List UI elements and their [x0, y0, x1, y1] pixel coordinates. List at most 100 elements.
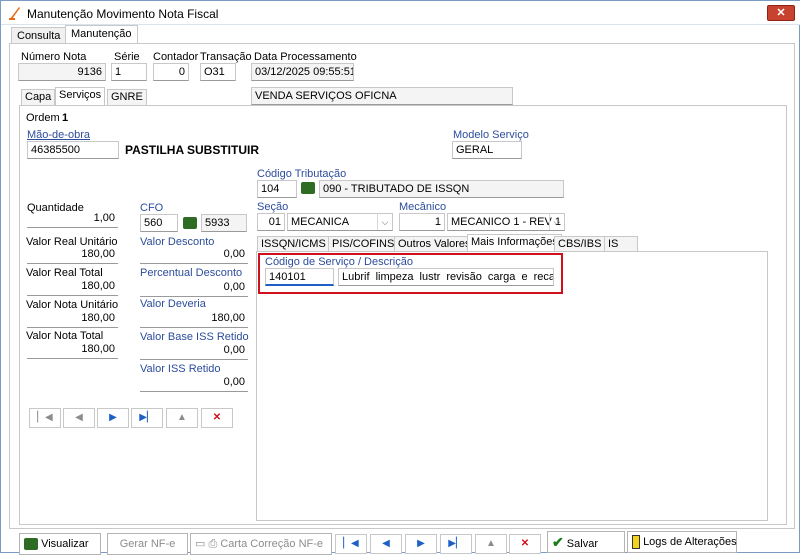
- tab-capa[interactable]: Capa: [21, 89, 56, 105]
- bottom-first-button[interactable]: ▏◀: [335, 534, 367, 554]
- mao-de-obra-label[interactable]: Mão-de-obra: [27, 129, 90, 141]
- codigo-servico-field[interactable]: 140101: [265, 268, 334, 286]
- bottom-last-button[interactable]: ▶▏: [440, 534, 472, 554]
- tab-outros-valores[interactable]: Outros Valores: [394, 236, 475, 252]
- logs-alteracoes-button[interactable]: Logs de Alterações: [627, 531, 737, 553]
- bottom-prev-button[interactable]: ◀: [370, 534, 402, 554]
- valor-base-iss-retido-field[interactable]: 0,00: [140, 342, 248, 360]
- valor-nota-total-field[interactable]: 180,00: [27, 341, 118, 359]
- codigo-servico-descricao[interactable]: Lubrif limpeza lustr revisão carga e rec…: [338, 268, 554, 286]
- document-icon: ▭ ⎙: [195, 538, 218, 550]
- close-button[interactable]: ✕: [767, 5, 795, 21]
- tab-servicos[interactable]: Serviços: [55, 87, 106, 105]
- data-processamento-field[interactable]: 03/12/2025 09:55:51: [251, 63, 354, 81]
- valor-nota-unitario-field[interactable]: 180,00: [27, 310, 118, 328]
- tab-cbs-ibs[interactable]: CBS/IBS: [554, 236, 606, 252]
- mecanico-code-field[interactable]: 1: [399, 213, 445, 231]
- delete-icon: ✕: [212, 412, 222, 423]
- next-record-button[interactable]: ▶: [97, 408, 129, 428]
- contador-label: Contador: [153, 51, 199, 63]
- cfo-label: CFO: [140, 202, 164, 214]
- bottom-up-button[interactable]: ▲: [475, 534, 507, 554]
- prev-record-button[interactable]: ◀: [63, 408, 95, 428]
- tab-issqn-icms[interactable]: ISSQN/ICMS: [257, 236, 330, 252]
- visualizar-label: Visualizar: [41, 538, 89, 550]
- visualizar-button[interactable]: Visualizar: [19, 533, 101, 555]
- last-record-button[interactable]: ▶▏: [131, 408, 163, 428]
- valor-real-total-field[interactable]: 180,00: [27, 278, 118, 296]
- secao-code-field[interactable]: 01: [257, 213, 285, 231]
- quantidade-field[interactable]: 1,00: [27, 210, 118, 228]
- up-icon: ▲: [177, 412, 187, 423]
- numero-nota-field[interactable]: 9136: [18, 63, 106, 81]
- gerar-nfe-label: Gerar NF-e: [119, 538, 176, 550]
- gerar-nfe-button[interactable]: Gerar NF-e: [107, 533, 188, 555]
- mecanico-value: MECANICO 1 - REV 1: [451, 216, 562, 228]
- serie-field[interactable]: 1: [111, 63, 147, 81]
- operacao-field[interactable]: VENDA SERVIÇOS OFICNA: [251, 87, 513, 105]
- tab-mais-informacoes[interactable]: Mais Informações: [467, 234, 562, 252]
- modelo-servico-field[interactable]: GERAL: [452, 141, 522, 159]
- move-up-button[interactable]: ▲: [166, 408, 198, 428]
- codigo-tributacao-code-field[interactable]: 104: [257, 180, 297, 198]
- log-icon: [632, 535, 640, 550]
- carta-correcao-label: Carta Correção NF-e: [220, 538, 324, 550]
- percentual-desconto-field[interactable]: 0,00: [140, 279, 248, 297]
- next-icon: ▶: [417, 538, 425, 549]
- serie-label: Série: [114, 51, 140, 63]
- valor-desconto-field[interactable]: 0,00: [140, 246, 248, 264]
- prev-icon: ◀: [75, 412, 83, 423]
- transacao-field[interactable]: O31: [200, 63, 236, 81]
- title-bar: Manutenção Movimento Nota Fiscal ✕: [1, 1, 800, 25]
- mecanico-select[interactable]: MECANICO 1 - REV 1 ⌵: [447, 213, 565, 231]
- carta-correcao-button[interactable]: ▭ ⎙ Carta Correção NF-e: [190, 533, 332, 555]
- tab-is[interactable]: IS: [604, 236, 638, 252]
- delete-icon: ✕: [520, 538, 530, 549]
- checkmark-icon: ✔: [552, 534, 564, 550]
- main-window: Manutenção Movimento Nota Fiscal ✕ Consu…: [0, 0, 800, 555]
- first-icon: ▏◀: [37, 412, 53, 423]
- numero-nota-label: Número Nota: [21, 51, 87, 63]
- cfo-description: 5933: [201, 214, 247, 232]
- tab-manutencao[interactable]: Manutenção: [65, 25, 138, 44]
- valor-deveria-field[interactable]: 180,00: [140, 310, 248, 328]
- valor-deveria-label: Valor Deveria: [140, 298, 206, 310]
- valor-real-unitario-field[interactable]: 180,00: [27, 246, 118, 264]
- delete-record-button[interactable]: ✕: [201, 408, 233, 428]
- chevron-down-icon: ⌵: [549, 214, 564, 230]
- codigo-tributacao-label: Código Tributação: [257, 168, 347, 180]
- secao-label: Seção: [257, 201, 289, 213]
- data-processamento-label: Data Processamento: [254, 51, 357, 63]
- tab-pis-cofins[interactable]: PIS/COFINS: [328, 236, 399, 252]
- ordem-value: 1: [62, 112, 69, 124]
- mecanico-label: Mecânico: [399, 201, 447, 213]
- bottom-next-button[interactable]: ▶: [405, 534, 437, 554]
- percentual-desconto-label: Percentual Desconto: [140, 267, 243, 279]
- codigo-servico-label: Código de Serviço / Descrição: [265, 256, 413, 268]
- transacao-label: Transação: [200, 51, 252, 63]
- contador-field[interactable]: 0: [153, 63, 189, 81]
- prev-icon: ◀: [382, 538, 390, 549]
- secao-value: MECANICA: [291, 216, 350, 228]
- ordem-label: Ordem: [26, 112, 60, 124]
- cfo-lookup-icon[interactable]: [183, 217, 197, 230]
- tab-consulta[interactable]: Consulta: [11, 27, 67, 43]
- first-record-button[interactable]: ▏◀: [29, 408, 61, 428]
- mao-de-obra-description: PASTILHA SUBSTITUIR: [125, 143, 259, 157]
- window-title: Manutenção Movimento Nota Fiscal: [27, 7, 219, 21]
- bottom-delete-button[interactable]: ✕: [509, 534, 541, 554]
- first-icon: ▏◀: [343, 538, 359, 549]
- app-icon: [9, 7, 20, 20]
- salvar-label: Salvar: [566, 538, 598, 550]
- salvar-button[interactable]: ✔ Salvar: [547, 531, 625, 553]
- secao-select[interactable]: MECANICA ⌵: [287, 213, 393, 231]
- tributacao-lookup-icon[interactable]: [301, 182, 315, 195]
- last-icon: ▶▏: [139, 412, 155, 423]
- chevron-down-icon: ⌵: [377, 214, 392, 230]
- valor-iss-retido-field[interactable]: 0,00: [140, 374, 248, 392]
- logs-label: Logs de Alterações: [643, 536, 737, 548]
- mao-de-obra-code-field[interactable]: 46385500: [27, 141, 119, 159]
- last-icon: ▶▏: [448, 538, 464, 549]
- tab-gnre[interactable]: GNRE: [107, 89, 147, 105]
- cfo-code-field[interactable]: 560: [140, 214, 178, 232]
